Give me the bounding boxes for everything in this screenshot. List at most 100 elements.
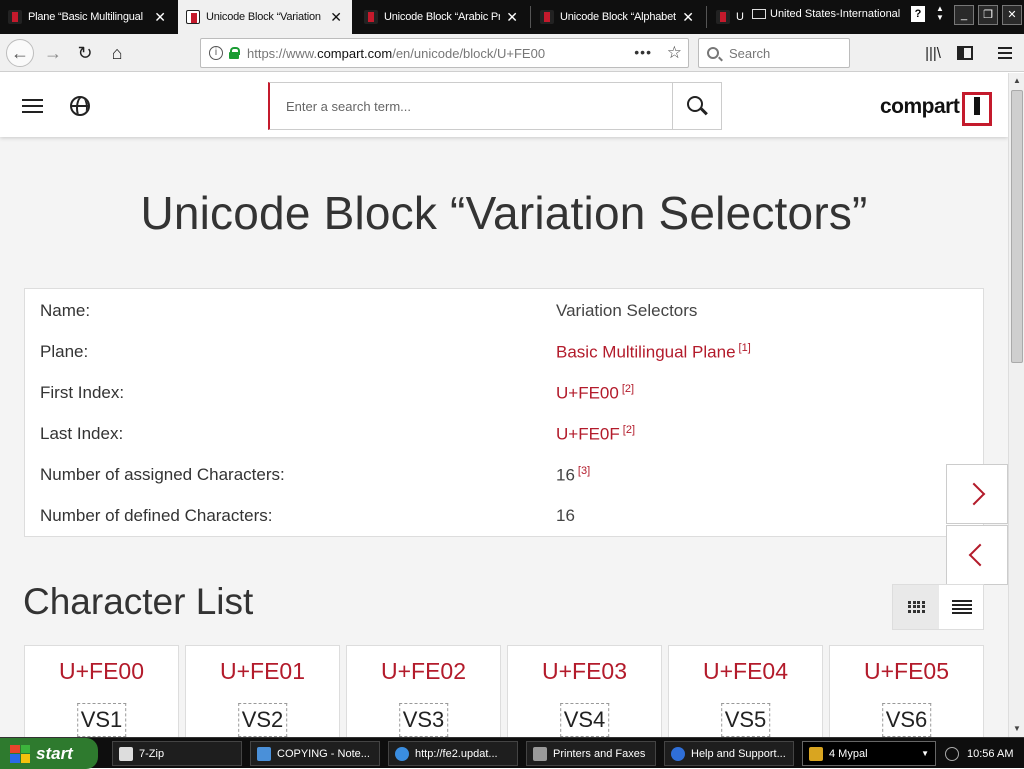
taskbar-item-printers[interactable]: Printers and Faxes [526, 741, 656, 766]
grid-view-button[interactable] [893, 585, 939, 629]
info-value-text: Variation Selectors [556, 301, 698, 320]
info-value: U+FE0F [2] [556, 424, 635, 445]
list-view-button[interactable] [939, 585, 985, 629]
info-row-name: Name: Variation Selectors [25, 291, 985, 332]
tab-title: Unicode Block “Alphabet [560, 11, 676, 23]
info-value: Variation Selectors [556, 301, 697, 321]
info-row-assigned-characters: Number of assigned Characters: 16 [3] [25, 455, 985, 496]
scroll-down-icon[interactable]: ▼ [1009, 721, 1024, 737]
first-index-link[interactable]: U+FE00 [556, 384, 619, 403]
character-glyph: VS5 [720, 703, 771, 737]
compart-favicon-icon [716, 10, 730, 24]
navigation-toolbar: ← → ↻ ⌂ i https://www. compart.com/en/uni… [0, 34, 1024, 72]
character-card[interactable]: U+FE02 VS3 [346, 645, 501, 737]
menu-icon[interactable] [994, 42, 1016, 64]
compart-logo[interactable]: compart [880, 92, 993, 126]
task-label: 4 Mypal [829, 747, 868, 760]
info-row-defined-characters: Number of defined Characters: 16 [25, 496, 985, 537]
character-glyph: VS3 [398, 703, 449, 737]
character-list-heading: Character List [23, 581, 254, 622]
character-code[interactable]: U+FE02 [347, 658, 500, 685]
back-arrow-icon[interactable]: ← [6, 39, 34, 67]
plane-link[interactable]: Basic Multilingual Plane [556, 343, 736, 362]
scrollbar-thumb[interactable] [1011, 90, 1023, 363]
character-code[interactable]: U+FE04 [669, 658, 822, 685]
input-language-indicator[interactable]: United States-International [752, 4, 900, 24]
tray-icon[interactable] [945, 746, 959, 761]
hamburger-menu-icon[interactable] [22, 99, 43, 113]
tab-overflow[interactable]: U [708, 0, 752, 34]
language-bar-options-icon[interactable]: ▲ ▼ [934, 4, 946, 22]
character-card[interactable]: U+FE04 VS5 [668, 645, 823, 737]
reload-icon[interactable]: ↻ [72, 40, 98, 66]
tab-separator [530, 6, 531, 28]
tab-basic-multilingual-plane[interactable]: Plane “Basic Multilingual ✕ [0, 0, 176, 34]
info-value-text: 16 [556, 465, 575, 485]
footnote-ref[interactable]: [1] [739, 342, 751, 354]
character-code[interactable]: U+FE01 [186, 658, 339, 685]
globe-language-icon[interactable] [70, 96, 90, 116]
close-window-button[interactable]: ✕ [1002, 5, 1022, 25]
language-help-icon[interactable]: ? [911, 6, 925, 22]
character-code[interactable]: U+FE00 [25, 658, 178, 685]
taskbar-item-internet-explorer[interactable]: http://fe2.updat... [388, 741, 518, 766]
tab-variation-selectors[interactable]: Unicode Block “Variation ✕ [178, 0, 352, 34]
browser-search-placeholder: Search [729, 45, 771, 61]
tab-close-icon[interactable]: ✕ [152, 9, 168, 26]
task-label: COPYING - Note... [277, 747, 370, 760]
page-actions-icon[interactable]: ••• [634, 44, 652, 60]
site-search-input[interactable] [270, 83, 674, 129]
scroll-up-icon[interactable]: ▲ [1009, 73, 1024, 89]
forward-arrow-icon[interactable]: → [40, 40, 66, 66]
sidebar-icon[interactable] [954, 42, 976, 64]
start-button[interactable]: start [0, 738, 98, 769]
home-icon[interactable]: ⌂ [104, 40, 130, 66]
tab-arabic-presentation[interactable]: Unicode Block “Arabic Pr ✕ [356, 0, 528, 34]
minimize-button[interactable]: _ [954, 5, 974, 25]
character-card[interactable]: U+FE03 VS4 [507, 645, 662, 737]
compart-favicon-icon [540, 10, 554, 24]
url-protocol: https://www. [247, 45, 318, 61]
character-glyph: VS2 [237, 703, 288, 737]
taskbar-item-help-support[interactable]: Help and Support... [664, 741, 794, 766]
footnote-ref[interactable]: [2] [623, 424, 635, 436]
character-card[interactable]: U+FE01 VS2 [185, 645, 340, 737]
windows-taskbar: start 7-Zip COPYING - Note... http://fe2… [0, 737, 1024, 769]
taskbar-item-7zip[interactable]: 7-Zip [112, 741, 242, 766]
printer-icon [533, 746, 547, 761]
library-icon[interactable]: |||\ [922, 42, 944, 64]
browser-tab-strip: Plane “Basic Multilingual ✕ Unicode Bloc… [0, 0, 1024, 34]
clock[interactable]: 10:56 AM [967, 748, 1013, 760]
internet-explorer-icon [395, 746, 409, 761]
info-row-last-index: Last Index: U+FE0F [2] [25, 414, 985, 455]
browser-search-box[interactable]: Search [698, 38, 850, 68]
maximize-button[interactable]: ❐ [978, 5, 998, 25]
footnote-ref[interactable]: [2] [622, 383, 634, 395]
character-card[interactable]: U+FE00 VS1 [24, 645, 179, 737]
previous-block-button[interactable] [946, 525, 1008, 585]
character-card[interactable]: U+FE05 VS6 [829, 645, 984, 737]
next-block-button[interactable] [946, 464, 1008, 524]
keyboard-icon [752, 9, 766, 19]
taskbar-item-mypal[interactable]: 4 Mypal ▼ [802, 741, 936, 766]
url-host: compart.com [317, 45, 393, 61]
tab-close-icon[interactable]: ✕ [504, 9, 520, 26]
tab-close-icon[interactable]: ✕ [680, 9, 696, 26]
chevron-left-icon [968, 543, 992, 567]
info-label: First Index: [40, 383, 125, 402]
url-bar[interactable]: i https://www. compart.com/en/unicode/blo… [200, 38, 689, 68]
taskbar-item-notepad[interactable]: COPYING - Note... [250, 741, 380, 766]
character-code[interactable]: U+FE03 [508, 658, 661, 685]
site-info-icon[interactable]: i [209, 46, 223, 60]
tab-separator [706, 6, 707, 28]
site-search-button[interactable] [672, 83, 721, 129]
character-code[interactable]: U+FE05 [830, 658, 983, 685]
bookmark-star-icon[interactable]: ☆ [667, 43, 682, 63]
page-scrollbar[interactable]: ▲ ▼ [1008, 73, 1024, 737]
tab-alphabetic-presentation[interactable]: Unicode Block “Alphabet ✕ [532, 0, 704, 34]
tab-close-icon[interactable]: ✕ [328, 9, 344, 26]
block-info-table: Name: Variation Selectors Plane: Basic M… [24, 288, 984, 537]
footnote-ref[interactable]: [3] [578, 465, 590, 477]
info-value: U+FE00 [2] [556, 383, 634, 404]
last-index-link[interactable]: U+FE0F [556, 425, 620, 444]
